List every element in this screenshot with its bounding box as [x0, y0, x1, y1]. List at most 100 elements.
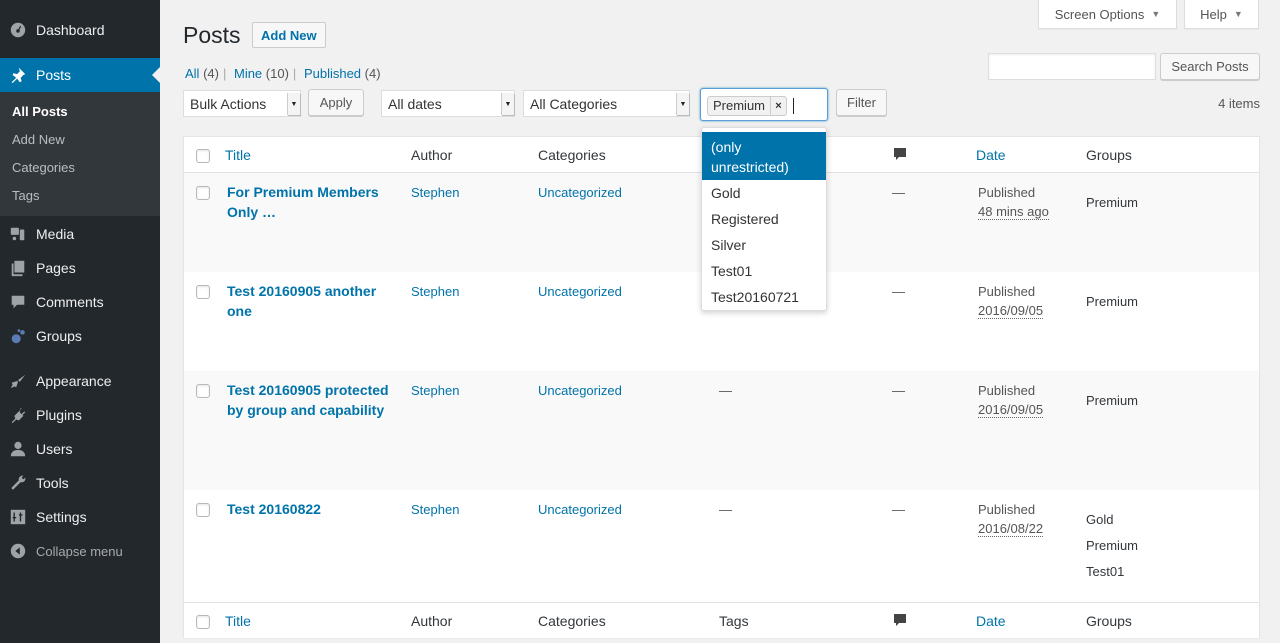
remove-chip-icon[interactable]: ×: [770, 97, 786, 115]
view-label: All: [185, 66, 200, 81]
page-title: Posts: [183, 22, 241, 48]
collapse-menu-button[interactable]: Collapse menu: [0, 534, 160, 568]
menu-label: Posts: [36, 67, 72, 83]
menu-settings[interactable]: Settings: [0, 500, 160, 534]
menu-tools[interactable]: Tools: [0, 466, 160, 500]
group-name: Premium: [1086, 393, 1139, 408]
group-option[interactable]: (only unrestricted): [702, 132, 826, 180]
menu-label: Plugins: [36, 407, 82, 423]
comment-bubble-icon: [893, 147, 907, 161]
select-all-checkbox[interactable]: [196, 615, 210, 629]
group-option[interactable]: Silver: [702, 232, 826, 258]
add-new-button[interactable]: Add New: [252, 22, 326, 48]
dashboard-icon: [0, 21, 36, 39]
view-count: (4): [203, 66, 219, 81]
menu-label: Settings: [36, 509, 87, 525]
post-title-link[interactable]: Test 20160905 another one: [227, 282, 397, 321]
row-checkbox[interactable]: [196, 384, 210, 398]
group-option[interactable]: Gold: [702, 180, 826, 206]
separator: |: [292, 66, 297, 81]
author-link[interactable]: Stephen: [411, 282, 459, 301]
category-link[interactable]: Uncategorized: [538, 381, 622, 400]
post-date: 2016/09/05: [978, 402, 1044, 418]
group-name: Gold: [1086, 512, 1114, 527]
help-button[interactable]: Help ▼: [1184, 0, 1259, 29]
column-author: Author: [411, 147, 453, 163]
column-date[interactable]: Date: [976, 613, 1006, 629]
submenu-tags[interactable]: Tags: [0, 182, 160, 210]
media-icon: [0, 225, 36, 243]
author-link[interactable]: Stephen: [411, 183, 459, 202]
select-arrow-icon: ▼: [676, 93, 689, 115]
menu-users[interactable]: Users: [0, 432, 160, 466]
row-checkbox[interactable]: [196, 503, 210, 517]
view-count: (4): [364, 66, 381, 81]
category-link[interactable]: Uncategorized: [538, 500, 622, 519]
category-link[interactable]: Uncategorized: [538, 183, 622, 202]
column-author: Author: [411, 613, 453, 629]
column-comments: [893, 613, 907, 630]
comments-value: —: [892, 383, 905, 398]
post-title-link[interactable]: For Premium Members Only …: [227, 183, 397, 222]
column-title[interactable]: Title: [225, 147, 251, 163]
view-label: Published: [303, 66, 362, 81]
bulk-actions-select[interactable]: Bulk Actions ▼: [183, 90, 301, 117]
wrench-icon: [0, 474, 36, 492]
post-status: Published: [978, 185, 1036, 200]
submenu-add-new[interactable]: Add New: [0, 126, 160, 154]
view-mine[interactable]: Mine (10): [234, 66, 289, 81]
submenu-all-posts[interactable]: All Posts: [0, 98, 160, 126]
column-title[interactable]: Title: [225, 613, 251, 629]
menu-groups[interactable]: Groups: [0, 319, 160, 353]
user-icon: [0, 440, 36, 458]
group-option[interactable]: Test20160721: [702, 284, 826, 310]
menu-label: Appearance: [36, 373, 112, 389]
post-title-link[interactable]: Test 20160905 protected by group and cap…: [227, 381, 397, 420]
group-option[interactable]: Registered: [702, 206, 826, 232]
menu-comments[interactable]: Comments: [0, 285, 160, 319]
caret-down-icon: ▼: [1233, 9, 1243, 19]
menu-posts[interactable]: Posts: [0, 58, 160, 92]
post-status: Published: [978, 383, 1036, 398]
apply-button[interactable]: Apply: [308, 89, 364, 116]
date-cell: Published 2016/08/22: [978, 500, 1044, 538]
menu-pages[interactable]: Pages: [0, 251, 160, 285]
select-all-checkbox[interactable]: [196, 149, 210, 163]
author-link[interactable]: Stephen: [411, 500, 459, 519]
menu-media[interactable]: Media: [0, 217, 160, 251]
menu-plugins[interactable]: Plugins: [0, 398, 160, 432]
comments-value: —: [892, 502, 905, 517]
menu-label: Dashboard: [36, 22, 105, 38]
comment-bubble-icon: [893, 613, 907, 627]
author-link[interactable]: Stephen: [411, 381, 459, 400]
brush-icon: [0, 372, 36, 390]
group-name: Test01: [1086, 564, 1125, 579]
view-published[interactable]: Published (4): [304, 66, 381, 81]
post-status: Published: [978, 284, 1036, 299]
table-row: Test 20160822 Stephen Uncategorized — — …: [184, 490, 1259, 602]
table-footer: Title Author Categories Tags Date Groups: [184, 602, 1259, 638]
filter-button[interactable]: Filter: [836, 89, 887, 116]
search-input[interactable]: [988, 53, 1156, 80]
submenu-categories[interactable]: Categories: [0, 154, 160, 182]
column-groups: Groups: [1086, 613, 1132, 629]
group-option[interactable]: Test01: [702, 258, 826, 284]
row-checkbox[interactable]: [196, 186, 210, 200]
group-chip: Premium ×: [707, 96, 788, 116]
categories-select[interactable]: All Categories ▼: [523, 90, 690, 117]
search-posts-button[interactable]: Search Posts: [1160, 53, 1260, 80]
caret-down-icon: ▼: [1151, 9, 1161, 19]
post-title-link[interactable]: Test 20160822: [227, 500, 397, 520]
category-link[interactable]: Uncategorized: [538, 282, 622, 301]
row-checkbox[interactable]: [196, 285, 210, 299]
view-all[interactable]: All (4): [185, 66, 219, 81]
menu-label: Groups: [36, 328, 82, 344]
menu-label: Pages: [36, 260, 76, 276]
pin-icon: [0, 66, 36, 84]
dates-select[interactable]: All dates ▼: [381, 90, 515, 117]
groups-filter-input[interactable]: Premium ×: [700, 88, 828, 121]
screen-options-button[interactable]: Screen Options ▼: [1038, 0, 1177, 29]
menu-dashboard[interactable]: Dashboard: [0, 13, 160, 47]
column-date[interactable]: Date: [976, 147, 1006, 163]
menu-appearance[interactable]: Appearance: [0, 364, 160, 398]
